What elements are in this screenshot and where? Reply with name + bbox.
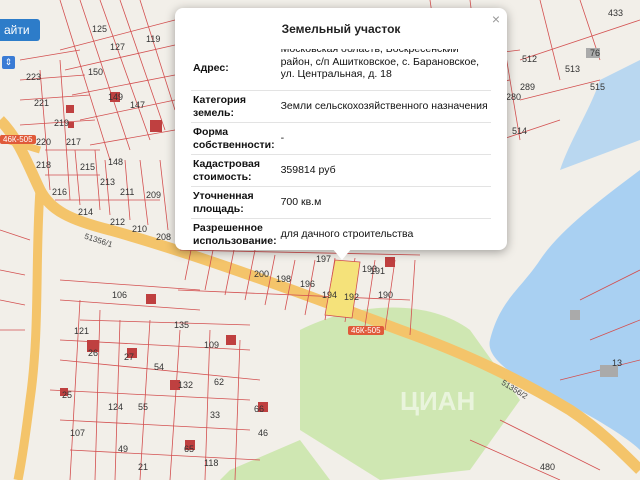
field-value: Земли сельскохозяйственного назначения bbox=[278, 90, 491, 123]
parcel-label: 212 bbox=[110, 217, 125, 227]
parcel-label: 190 bbox=[378, 290, 393, 300]
close-icon[interactable]: × bbox=[492, 11, 500, 27]
parcel-label: 125 bbox=[92, 24, 107, 34]
parcel-label: 220 bbox=[36, 137, 51, 147]
parcel-label: 62 bbox=[214, 377, 224, 387]
parcel-label: 148 bbox=[108, 157, 123, 167]
parcel-label: 513 bbox=[565, 64, 580, 74]
parcel-label: 191 bbox=[370, 266, 385, 276]
chevron-updown-icon[interactable]: ⇕ bbox=[2, 56, 15, 69]
table-row: Адрес: Московская область, Воскресенский… bbox=[191, 46, 491, 91]
parcel-label: 217 bbox=[66, 137, 81, 147]
parcel-label: 26 bbox=[88, 348, 98, 358]
parcel-label: 216 bbox=[52, 187, 67, 197]
parcel-label: 76 bbox=[590, 48, 600, 58]
field-label: Уточненная площадь: bbox=[191, 186, 279, 219]
parcel-label: 221 bbox=[34, 98, 49, 108]
road-label: 46К-505 bbox=[0, 135, 36, 144]
parcel-label: 512 bbox=[522, 54, 537, 64]
parcel-label: 135 bbox=[174, 320, 189, 330]
parcel-label: 198 bbox=[276, 274, 291, 284]
parcel-label: 514 bbox=[512, 126, 527, 136]
parcel-label: 54 bbox=[154, 362, 164, 372]
parcel-label: 219 bbox=[54, 118, 69, 128]
parcel-label: 13 bbox=[612, 358, 622, 368]
field-label: Форма собственности: bbox=[191, 122, 279, 155]
parcel-label: 215 bbox=[80, 162, 95, 172]
parcel-label: 118 bbox=[204, 458, 218, 468]
parcel-label: 49 bbox=[118, 444, 128, 454]
table-row: Уточненная площадь: 700 кв.м bbox=[191, 186, 491, 219]
parcel-label: 55 bbox=[138, 402, 148, 412]
parcel-info-popup: × Земельный участок Адрес: Московская об… bbox=[175, 8, 507, 250]
field-label: Категория земель: bbox=[191, 90, 279, 123]
parcel-label: 200 bbox=[254, 269, 269, 279]
parcel-label: 433 bbox=[608, 8, 623, 18]
table-row: Кадастровая стоимость: 359814 руб bbox=[191, 154, 491, 187]
parcel-label: 106 bbox=[112, 290, 127, 300]
parcel-info-table: Адрес: Московская область, Воскресенский… bbox=[191, 46, 491, 250]
parcel-label: 107 bbox=[70, 428, 85, 438]
parcel-label: 209 bbox=[146, 190, 161, 200]
popup-pointer bbox=[332, 248, 352, 260]
parcel-label: 27 bbox=[124, 352, 134, 362]
parcel-label: 208 bbox=[156, 232, 171, 242]
parcel-label: 194 bbox=[322, 290, 337, 300]
field-value: для дачного строительства bbox=[278, 218, 491, 250]
parcel-label: 121 bbox=[74, 326, 89, 336]
table-row: Форма собственности: - bbox=[191, 122, 491, 155]
parcel-label: 289 bbox=[520, 82, 535, 92]
field-label: Кадастровая стоимость: bbox=[191, 154, 279, 187]
parcel-label: 109 bbox=[204, 340, 219, 350]
parcel-label: 132 bbox=[178, 380, 193, 390]
parcel-label: 127 bbox=[110, 42, 125, 52]
parcel-label: 214 bbox=[78, 207, 93, 217]
parcel-label: 192 bbox=[344, 292, 359, 302]
parcel-label: 223 bbox=[26, 72, 41, 82]
parcel-label: 119 bbox=[146, 34, 160, 44]
parcel-label: 210 bbox=[132, 224, 147, 234]
parcel-label: 33 bbox=[210, 410, 220, 420]
parcel-label: 66 bbox=[254, 404, 264, 414]
parcel-label: 196 bbox=[300, 279, 315, 289]
parcel-label: 213 bbox=[100, 177, 115, 187]
parcel-label: 46 bbox=[258, 428, 268, 438]
parcel-label: 25 bbox=[62, 390, 72, 400]
parcel-label: 218 bbox=[36, 160, 51, 170]
parcel-label: 480 bbox=[540, 462, 555, 472]
parcel-label: 150 bbox=[88, 67, 103, 77]
road-label: 46К-505 bbox=[348, 326, 384, 335]
field-label: Разрешенное использование: bbox=[191, 218, 279, 250]
field-value: - bbox=[278, 122, 491, 155]
table-row: Разрешенное использование: для дачного с… bbox=[191, 218, 491, 250]
parcel-label: 147 bbox=[130, 100, 145, 110]
parcel-label: 197 bbox=[316, 254, 331, 264]
parcel-label: 515 bbox=[590, 82, 605, 92]
field-value: Московская область, Воскресенский район,… bbox=[278, 46, 491, 91]
find-button[interactable]: айти bbox=[0, 19, 40, 41]
table-row: Категория земель: Земли сельскохозяйстве… bbox=[191, 90, 491, 123]
field-value: 359814 руб bbox=[278, 154, 491, 187]
field-label: Адрес: bbox=[191, 46, 279, 91]
popup-title: Земельный участок bbox=[281, 22, 401, 36]
parcel-label: 280 bbox=[506, 92, 521, 102]
watermark: ЦИАН bbox=[400, 386, 475, 416]
parcel-label: 124 bbox=[108, 402, 123, 412]
field-value: 700 кв.м bbox=[278, 186, 491, 219]
parcel-label: 21 bbox=[138, 462, 148, 472]
parcel-label: 211 bbox=[120, 187, 134, 197]
parcel-label: 65 bbox=[184, 444, 194, 454]
parcel-label: 149 bbox=[108, 92, 123, 102]
